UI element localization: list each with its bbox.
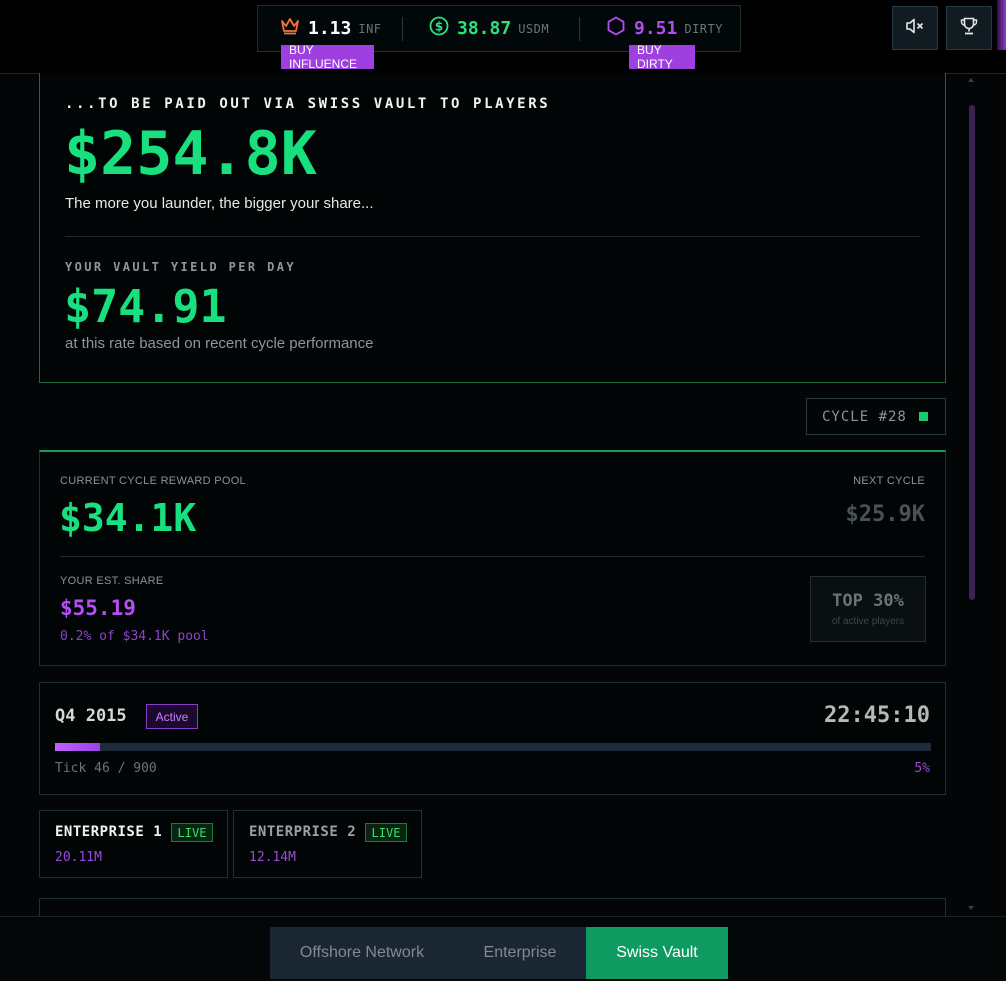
yield-label: YOUR VAULT YIELD PER DAY bbox=[65, 260, 296, 274]
quarter-timer: 22:45:10 bbox=[824, 703, 930, 728]
scroll-up-arrow[interactable] bbox=[968, 78, 974, 82]
trophy-icon bbox=[959, 16, 979, 41]
tab-offshore-network[interactable]: Offshore Network bbox=[270, 927, 454, 979]
status-badge: Active bbox=[146, 704, 198, 729]
quarter-title: Q4 2015 bbox=[55, 706, 127, 726]
enterprise-card-1[interactable]: ENTERPRISE 1 LIVE 20.11M bbox=[39, 810, 228, 878]
quarter-progress-fill bbox=[55, 743, 100, 751]
yield-note: at this rate based on recent cycle perfo… bbox=[65, 335, 374, 352]
influence-value: 1.13 bbox=[308, 18, 352, 39]
usdm-balance: $ 38.87 USDM bbox=[429, 6, 549, 51]
usdm-value: 38.87 bbox=[457, 18, 512, 39]
vault-eyebrow: ...TO BE PAID OUT VIA SWISS VAULT TO PLA… bbox=[65, 96, 551, 112]
cycle-label: CYCLE #28 bbox=[822, 408, 907, 425]
next-panel bbox=[39, 898, 946, 918]
vault-tagline: The more you launder, the bigger your sh… bbox=[65, 195, 374, 212]
enterprise-name: ENTERPRISE 1 bbox=[55, 824, 163, 840]
tab-swiss-vault[interactable]: Swiss Vault bbox=[586, 927, 728, 979]
dirty-value: 9.51 bbox=[634, 18, 678, 39]
bottom-navigation: Offshore Network Enterprise Swiss Vault bbox=[0, 916, 1006, 981]
cycle-indicator: CYCLE #28 bbox=[806, 398, 946, 435]
tick-counter: Tick 46 / 900 bbox=[55, 761, 157, 776]
share-note: 0.2% of $34.1K pool bbox=[60, 629, 209, 644]
quarter-panel: Q4 2015 Active 22:45:10 Tick 46 / 900 5% bbox=[39, 682, 946, 795]
next-cycle-amount: $25.9K bbox=[845, 502, 925, 527]
rank-title: TOP 30% bbox=[832, 591, 904, 611]
nav-tabs: Offshore Network Enterprise Swiss Vault bbox=[270, 927, 728, 979]
hexagon-icon bbox=[606, 16, 626, 41]
cycle-status-dot bbox=[918, 412, 928, 421]
scrollbar-thumb[interactable] bbox=[969, 105, 975, 600]
edge-glow bbox=[997, 0, 1006, 50]
vault-summary-panel: ...TO BE PAID OUT VIA SWISS VAULT TO PLA… bbox=[39, 73, 946, 383]
yield-amount: $74.91 bbox=[64, 280, 227, 333]
tab-enterprise[interactable]: Enterprise bbox=[454, 927, 586, 979]
buy-dirty-button[interactable]: BUY DIRTY bbox=[629, 43, 695, 71]
buy-influence-button[interactable]: BUY INFLUENCE bbox=[281, 43, 374, 71]
live-badge: LIVE bbox=[171, 823, 213, 842]
vault-total-amount: $254.8K bbox=[64, 119, 317, 189]
current-pool-label: CURRENT CYCLE REWARD POOL bbox=[60, 475, 246, 487]
divider bbox=[65, 236, 920, 237]
rank-subtitle: of active players bbox=[831, 616, 905, 627]
quarter-progress-bar bbox=[55, 743, 931, 751]
divider bbox=[402, 17, 403, 41]
mute-button[interactable] bbox=[892, 6, 938, 50]
share-label: YOUR EST. SHARE bbox=[60, 575, 164, 587]
enterprise-card-2[interactable]: ENTERPRISE 2 LIVE 12.14M bbox=[233, 810, 422, 878]
dirty-unit: DIRTY bbox=[684, 21, 723, 36]
enterprise-value: 12.14M bbox=[249, 850, 296, 865]
svg-text:$: $ bbox=[435, 20, 443, 34]
reward-pool-panel: CURRENT CYCLE REWARD POOL $34.1K NEXT CY… bbox=[39, 450, 946, 666]
leaderboard-button[interactable] bbox=[946, 6, 992, 50]
divider bbox=[60, 556, 925, 557]
next-cycle-label: NEXT CYCLE bbox=[853, 475, 925, 487]
influence-unit: INF bbox=[358, 21, 382, 36]
share-amount: $55.19 bbox=[60, 596, 136, 620]
live-badge: LIVE bbox=[365, 823, 407, 842]
enterprise-value: 20.11M bbox=[55, 850, 102, 865]
divider bbox=[579, 17, 580, 41]
progress-percent: 5% bbox=[914, 761, 930, 776]
speaker-muted-icon bbox=[905, 17, 925, 40]
scroll-down-arrow[interactable] bbox=[968, 906, 974, 910]
crown-icon bbox=[280, 17, 300, 40]
enterprise-name: ENTERPRISE 2 bbox=[249, 824, 357, 840]
usdm-unit: USDM bbox=[518, 21, 550, 36]
current-pool-amount: $34.1K bbox=[59, 496, 197, 540]
rank-badge: TOP 30% of active players bbox=[810, 576, 926, 642]
top-bar: 1.13 INF $ 38.87 USDM 9.51 DIRTY BUY INF… bbox=[0, 0, 1006, 74]
dollar-coin-icon: $ bbox=[429, 16, 449, 41]
